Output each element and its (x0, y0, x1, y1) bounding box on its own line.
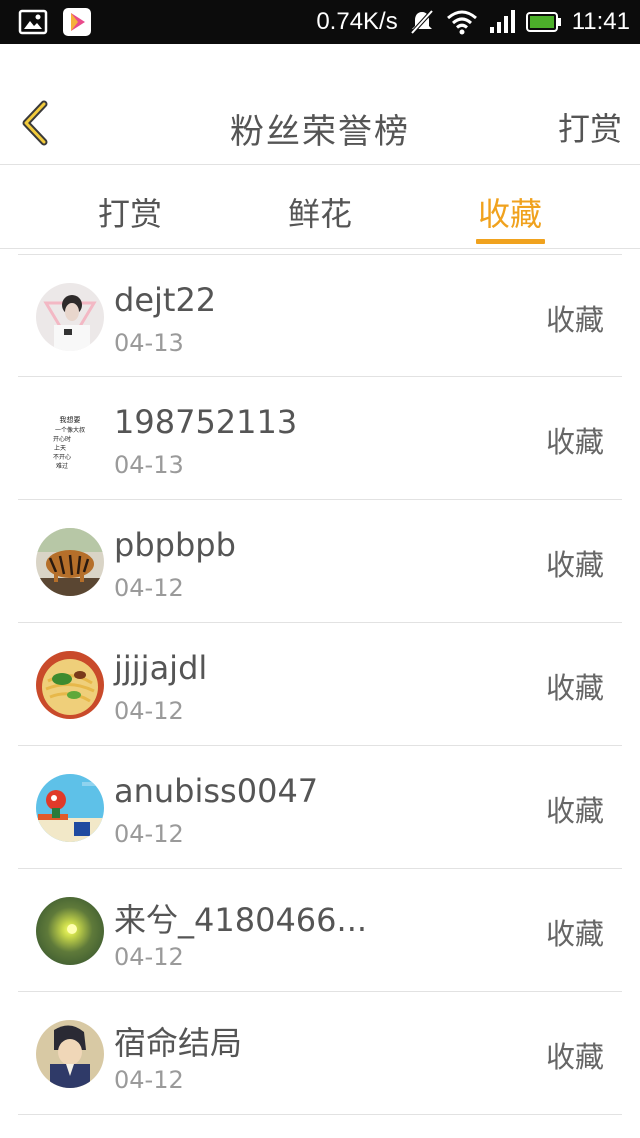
action-label: 收藏 (545, 303, 604, 337)
user-date: 04-13 (114, 451, 184, 479)
status-bar: 0.74K/s 11:41 (0, 0, 640, 44)
user-name: 来兮_4180466... (114, 901, 368, 939)
user-date: 04-12 (114, 820, 184, 848)
avatar-text: 不开心 (53, 454, 71, 461)
list-item[interactable]: dejt22 04-13 收藏 (18, 254, 622, 377)
user-name: pbpbpb (114, 526, 236, 564)
avatar: 我想要 一个像大叔 开心时 上天 不开心 难过 (36, 405, 104, 473)
user-name: jjjjajdl (114, 649, 208, 687)
app-header: 粉丝荣誉榜 打赏 (0, 44, 640, 165)
action-label: 收藏 (545, 917, 604, 951)
avatar-text: 我想要 (60, 415, 81, 424)
list-item[interactable]: anubiss0047 04-12 收藏 (18, 746, 622, 869)
mute-icon (408, 8, 436, 36)
fan-list: dejt22 04-13 收藏 我想要 一个像大叔 开心时 上天 不开心 难过 … (0, 254, 640, 1115)
list-item[interactable]: 来兮_4180466... 04-12 收藏 (18, 869, 622, 992)
avatar (36, 1020, 104, 1088)
user-name: anubiss0047 (114, 772, 319, 810)
clock: 11:41 (571, 8, 630, 35)
reward-button[interactable]: 打赏 (558, 104, 622, 150)
action-label: 收藏 (545, 794, 604, 828)
user-date: 04-12 (114, 1066, 184, 1094)
user-date: 04-12 (114, 943, 184, 971)
avatar (36, 651, 104, 719)
avatar (36, 774, 104, 842)
user-date: 04-12 (114, 697, 184, 725)
list-item[interactable]: jjjjajdl 04-12 收藏 (18, 623, 622, 746)
play-store-icon (62, 7, 92, 37)
gallery-icon (18, 9, 48, 35)
tab-bar: 打赏 鲜花 收藏 (0, 165, 640, 249)
net-speed: 0.74K/s (316, 8, 398, 35)
avatar (36, 283, 104, 351)
action-label: 收藏 (545, 1040, 604, 1074)
signal-icon (488, 9, 516, 35)
avatar-text: 上天 (54, 444, 66, 452)
tab-favorites[interactable]: 收藏 (430, 165, 590, 249)
active-tab-indicator (476, 239, 545, 244)
user-name: dejt22 (114, 281, 217, 319)
status-bar-right: 0.74K/s 11:41 (316, 0, 630, 44)
avatar-text: 一个像大叔 (55, 426, 85, 434)
action-label: 收藏 (545, 671, 604, 705)
list-item[interactable]: 宿命结局 04-12 收藏 (18, 992, 622, 1115)
tab-reward[interactable]: 打赏 (50, 165, 210, 249)
list-item[interactable]: 我想要 一个像大叔 开心时 上天 不开心 难过 198752113 04-13 … (18, 377, 622, 500)
wifi-icon (446, 9, 478, 35)
status-bar-left (18, 8, 92, 36)
user-name: 宿命结局 (114, 1024, 243, 1062)
user-date: 04-12 (114, 574, 184, 602)
user-name: 198752113 (114, 403, 298, 441)
page-title: 粉丝荣誉榜 (230, 112, 410, 152)
action-label: 收藏 (545, 548, 604, 582)
avatar-text: 难过 (56, 462, 68, 470)
action-label: 收藏 (545, 425, 604, 459)
battery-icon (525, 11, 562, 33)
avatar (36, 528, 104, 596)
avatar (36, 897, 104, 965)
user-date: 04-13 (114, 329, 184, 357)
avatar-text: 开心时 (53, 435, 71, 443)
tab-flowers[interactable]: 鲜花 (240, 165, 400, 249)
list-item[interactable]: pbpbpb 04-12 收藏 (18, 500, 622, 623)
